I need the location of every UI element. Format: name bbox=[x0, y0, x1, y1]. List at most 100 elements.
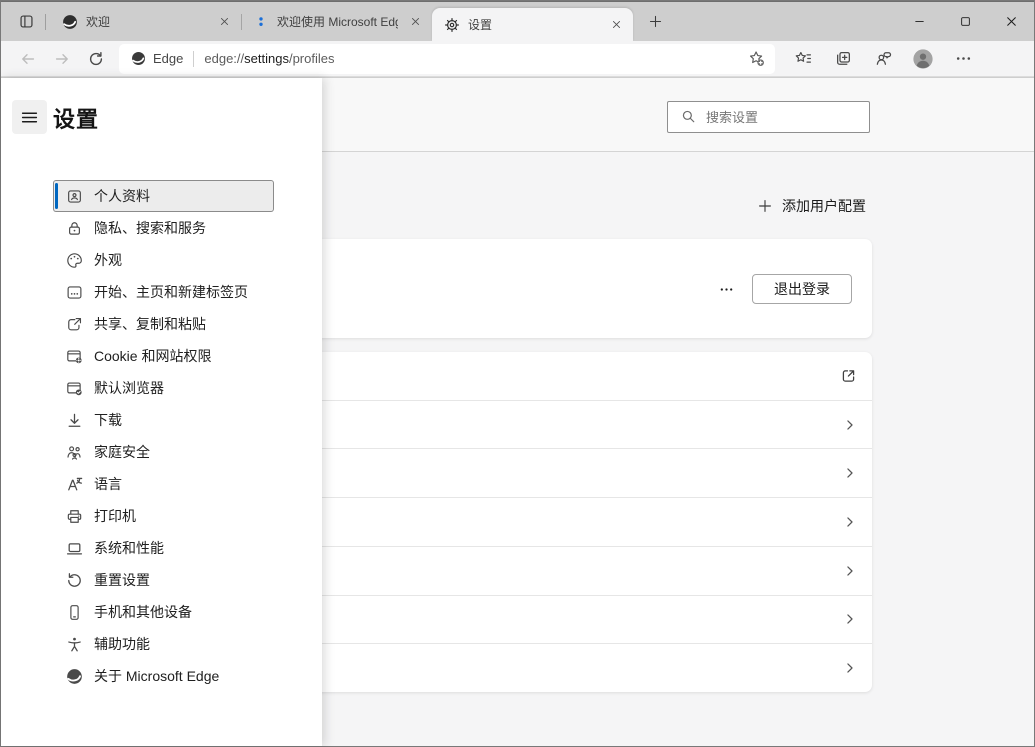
sidebar-item[interactable]: 语言 bbox=[54, 469, 273, 499]
forward-button[interactable] bbox=[45, 44, 79, 74]
browser-essentials-button[interactable] bbox=[863, 44, 903, 74]
sidebar-item-label: 手机和其他设备 bbox=[94, 602, 192, 622]
sidebar-item[interactable]: 系统和性能 bbox=[54, 533, 273, 563]
reset-icon bbox=[66, 572, 83, 589]
sidebar-item[interactable]: 共享、复制和粘贴 bbox=[54, 309, 273, 339]
chevron-right-icon bbox=[843, 515, 857, 529]
add-profile-label: 添加用户配置 bbox=[782, 196, 866, 216]
add-profile-button[interactable]: 添加用户配置 bbox=[754, 193, 870, 219]
home-tabs-icon bbox=[66, 284, 83, 301]
plus-icon bbox=[649, 15, 662, 28]
address-bar[interactable]: Edge edge://settings/profiles bbox=[119, 44, 775, 74]
tab-close-button[interactable] bbox=[215, 13, 233, 31]
browser-tab[interactable]: 设置 bbox=[432, 8, 633, 41]
add-favorite-button[interactable] bbox=[743, 46, 769, 72]
close-window-button[interactable] bbox=[988, 2, 1034, 41]
minimize-icon bbox=[914, 16, 925, 27]
accessibility-icon bbox=[66, 636, 83, 653]
printer-icon bbox=[66, 508, 83, 525]
sidebar-item[interactable]: 隐私、搜索和服务 bbox=[54, 213, 273, 243]
collections-icon bbox=[835, 50, 852, 67]
settings-menu-button[interactable] bbox=[943, 44, 983, 74]
sidebar-item-label: 下载 bbox=[94, 410, 122, 430]
favorites-button[interactable] bbox=[783, 44, 823, 74]
sidebar-item[interactable]: 打印机 bbox=[54, 501, 273, 531]
edge-logo-icon bbox=[131, 51, 146, 66]
sidebar-item[interactable]: Cookie 和网站权限 bbox=[54, 341, 273, 371]
sidebar-item[interactable]: 默认浏览器 bbox=[54, 373, 273, 403]
open-in-new-icon bbox=[840, 367, 857, 384]
chevron-right-icon bbox=[843, 466, 857, 480]
share-icon bbox=[66, 316, 83, 333]
settings-nav: 个人资料 隐私、搜索和服务 外观 开始、主页和新建标签页 共享、复制和粘贴 Co… bbox=[54, 181, 273, 693]
sidebar-item[interactable]: 辅助功能 bbox=[54, 629, 273, 659]
plus-icon bbox=[758, 199, 772, 213]
sidebar-item[interactable]: 关于 Microsoft Edge bbox=[54, 661, 273, 691]
tab-strip: 欢迎 欢迎使用 Microsoft Edg 设置 bbox=[1, 2, 1034, 41]
sidebar-item[interactable]: 开始、主页和新建标签页 bbox=[54, 277, 273, 307]
contact-card-icon bbox=[66, 188, 83, 205]
profile-more-button[interactable] bbox=[709, 275, 743, 303]
sidebar-item[interactable]: 个人资料 bbox=[54, 181, 273, 211]
gear-icon bbox=[444, 17, 460, 33]
sidebar-item[interactable]: 手机和其他设备 bbox=[54, 597, 273, 627]
window-controls bbox=[896, 2, 1034, 41]
edge-logo-icon bbox=[62, 14, 78, 30]
url-text: edge://settings/profiles bbox=[204, 51, 334, 66]
sidebar-item-label: 默认浏览器 bbox=[94, 378, 164, 398]
new-tab-button[interactable] bbox=[641, 8, 669, 36]
browser-tab[interactable]: 欢迎 bbox=[50, 2, 241, 41]
close-icon bbox=[612, 20, 621, 29]
close-icon bbox=[220, 17, 229, 26]
chevron-right-icon bbox=[843, 661, 857, 675]
menu-toggle-button[interactable] bbox=[12, 100, 47, 134]
laptop-icon bbox=[66, 540, 83, 557]
tab-close-button[interactable] bbox=[406, 13, 424, 31]
maximize-button[interactable] bbox=[942, 2, 988, 41]
settings-drawer: 设置 个人资料 隐私、搜索和服务 外观 开始、主页和新建标签页 共享、复 bbox=[1, 78, 322, 746]
tab-close-button[interactable] bbox=[607, 16, 625, 34]
maximize-icon bbox=[960, 16, 971, 27]
sign-out-button[interactable]: 退出登录 bbox=[752, 274, 852, 304]
profile-button[interactable] bbox=[903, 44, 943, 74]
settings-search bbox=[667, 101, 870, 133]
back-icon bbox=[20, 51, 36, 67]
tab-actions-menu-button[interactable] bbox=[11, 8, 41, 36]
sidebar-item[interactable]: 外观 bbox=[54, 245, 273, 275]
tab-title: 设置 bbox=[468, 16, 599, 33]
browser-tab[interactable]: 欢迎使用 Microsoft Edg bbox=[241, 2, 432, 41]
language-icon bbox=[66, 476, 83, 493]
download-icon bbox=[66, 412, 83, 429]
more-icon bbox=[955, 50, 972, 67]
sidebar-item-label: 个人资料 bbox=[94, 186, 150, 206]
sidebar-item[interactable]: 下载 bbox=[54, 405, 273, 435]
sidebar-item-label: 重置设置 bbox=[94, 570, 150, 590]
refresh-icon bbox=[88, 51, 104, 67]
chip-separator bbox=[193, 51, 194, 67]
sidebar-item[interactable]: 重置设置 bbox=[54, 565, 273, 595]
browser-toolbar: Edge edge://settings/profiles bbox=[1, 41, 1034, 77]
sidebar-item-label: 语言 bbox=[94, 474, 122, 494]
favorites-icon bbox=[795, 50, 812, 67]
sidebar-item[interactable]: 家庭安全 bbox=[54, 437, 273, 467]
collections-button[interactable] bbox=[823, 44, 863, 74]
hamburger-icon bbox=[21, 109, 38, 126]
sidebar-item-label: 隐私、搜索和服务 bbox=[94, 218, 206, 238]
refresh-button[interactable] bbox=[79, 44, 113, 74]
browser-window: 欢迎 欢迎使用 Microsoft Edg 设置 Edge bbox=[0, 0, 1035, 747]
tabs: 欢迎 欢迎使用 Microsoft Edg 设置 bbox=[50, 2, 633, 41]
palette-icon bbox=[66, 252, 83, 269]
toolbar-buttons bbox=[783, 44, 983, 74]
back-button[interactable] bbox=[11, 44, 45, 74]
forward-icon bbox=[54, 51, 70, 67]
blue-dots-icon bbox=[253, 14, 269, 30]
more-icon bbox=[719, 282, 734, 297]
site-chip-label: Edge bbox=[153, 51, 183, 66]
minimize-button[interactable] bbox=[896, 2, 942, 41]
sidebar-item-label: Cookie 和网站权限 bbox=[94, 346, 211, 366]
sidebar-item-label: 外观 bbox=[94, 250, 122, 270]
search-input[interactable] bbox=[667, 101, 870, 133]
tabstrip-divider bbox=[45, 14, 46, 30]
sidebar-item-label: 打印机 bbox=[94, 506, 136, 526]
profile-avatar-icon bbox=[912, 48, 934, 70]
